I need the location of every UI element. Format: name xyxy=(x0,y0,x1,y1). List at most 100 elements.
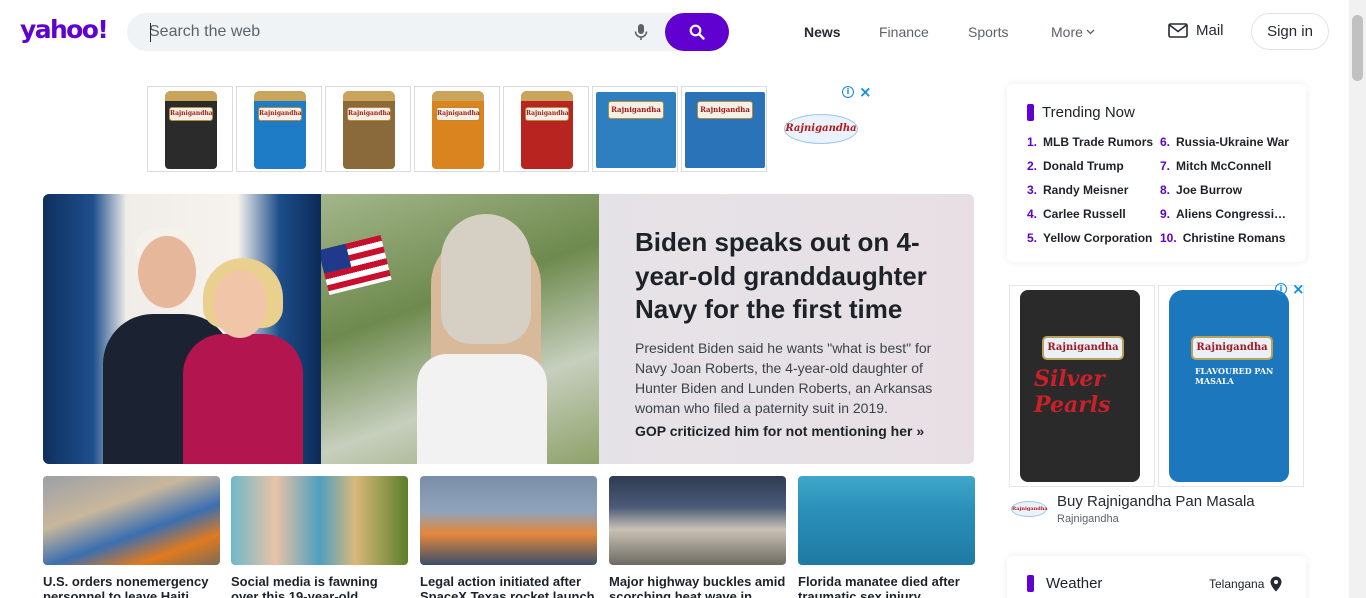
product-brand: Rajnigandha xyxy=(1042,336,1124,360)
chevron-down-icon xyxy=(1086,29,1095,35)
trending-label: Mitch McConnell xyxy=(1176,159,1272,173)
story-card[interactable]: U.S. orders nonemergency personnel to le… xyxy=(43,476,220,598)
story-headline[interactable]: Major highway buckles amid scorching hea… xyxy=(609,574,786,598)
product-label: Rajnigandha xyxy=(697,101,753,119)
section-accent-bar xyxy=(1027,575,1034,592)
ad-product-tile[interactable]: Rajnigandha xyxy=(503,86,589,172)
trending-label: MLB Trade Rumors xyxy=(1043,135,1154,149)
hero-image-biden xyxy=(43,194,321,464)
product-lid xyxy=(165,91,217,101)
story-card[interactable]: Florida manatee died after traumatic sex… xyxy=(798,476,975,598)
ad-product-tile[interactable]: Rajnigandha xyxy=(325,86,411,172)
product-jar xyxy=(165,91,217,169)
trending-rank: 8. xyxy=(1160,183,1171,197)
ad-product-silver-pearls[interactable]: Rajnigandha Silver Pearls xyxy=(1009,285,1155,487)
ad-product-tile[interactable]: Rajnigandha xyxy=(592,86,678,172)
story-card[interactable]: Social media is fawning over this 19-yea… xyxy=(231,476,408,598)
trending-rank: 1. xyxy=(1027,135,1038,149)
nav-more[interactable]: More xyxy=(1051,24,1095,40)
product-lid xyxy=(254,91,306,101)
product-label: Rajnigandha xyxy=(436,107,480,121)
trending-item[interactable]: 5. Yellow Corporation xyxy=(1027,231,1157,245)
trending-header: Trending Now xyxy=(1027,104,1135,121)
story-thumbnail[interactable] xyxy=(609,476,786,565)
ad-brand-logo[interactable]: Rajnigandha xyxy=(784,114,858,144)
story-thumbnail[interactable] xyxy=(798,476,975,565)
hero-related-link[interactable]: GOP criticized him for not mentioning he… xyxy=(635,423,945,439)
hero-text: Biden speaks out on 4-year-old granddaug… xyxy=(635,226,945,439)
product-jar xyxy=(521,91,573,169)
story-card[interactable]: Legal action initiated after SpaceX Texa… xyxy=(420,476,597,598)
trending-rank: 2. xyxy=(1027,159,1038,173)
ad-product-tile[interactable]: Rajnigandha xyxy=(236,86,322,172)
story-thumbnail[interactable] xyxy=(43,476,220,565)
weather-location[interactable]: Telangana xyxy=(1209,576,1282,592)
trending-item[interactable]: 2. Donald Trump xyxy=(1027,159,1157,173)
top-ad-banner[interactable]: Rajnigandha Rajnigandha Rajnigandha Rajniga… xyxy=(147,86,767,172)
product-jar xyxy=(343,91,395,169)
side-ad-logo[interactable]: Rajnigandha xyxy=(1011,501,1048,517)
search-input[interactable] xyxy=(149,13,619,51)
weather-title: Weather xyxy=(1046,575,1103,592)
story-headline[interactable]: Social media is fawning over this 19-yea… xyxy=(231,574,408,598)
story-headline[interactable]: Florida manatee died after traumatic sex… xyxy=(798,574,975,598)
trending-item[interactable]: 6. Russia-Ukraine War xyxy=(1160,135,1290,149)
trending-rank: 6. xyxy=(1160,135,1171,149)
nav-finance[interactable]: Finance xyxy=(879,24,929,40)
nav-more-label: More xyxy=(1051,24,1083,40)
trending-item[interactable]: 1. MLB Trade Rumors xyxy=(1027,135,1157,149)
ad-choices: i × xyxy=(842,85,872,100)
adchoices-icon[interactable]: i xyxy=(1275,283,1287,295)
microphone-icon[interactable] xyxy=(633,23,649,41)
trending-label: Carlee Russell xyxy=(1043,207,1126,221)
story-thumbnail[interactable] xyxy=(420,476,597,565)
product-lid xyxy=(432,91,484,101)
product-jar xyxy=(254,91,306,169)
product-name: Silver Pearls xyxy=(1034,366,1111,418)
ad-product-tile[interactable]: Rajnigandha xyxy=(147,86,233,172)
ad-product-pan-masala[interactable]: Rajnigandha FLAVOURED PAN MASALA xyxy=(1158,285,1304,487)
nav-sports[interactable]: Sports xyxy=(968,24,1008,40)
close-ad-icon[interactable]: × xyxy=(1292,282,1305,297)
weather-header: Weather xyxy=(1027,575,1102,592)
product-lid xyxy=(343,91,395,101)
sign-in-button[interactable]: Sign in xyxy=(1251,13,1329,50)
trending-now-panel: Trending Now 1. MLB Trade Rumors 2. Donald … xyxy=(1007,84,1306,262)
trending-item[interactable]: 8. Joe Burrow xyxy=(1160,183,1290,197)
location-pin-icon xyxy=(1270,576,1282,592)
trending-item[interactable]: 9. Aliens Congressional Hearing xyxy=(1160,207,1290,221)
ad-product-tile[interactable]: Rajnigandha xyxy=(414,86,500,172)
search-bar xyxy=(127,13,729,51)
story-headline[interactable]: Legal action initiated after SpaceX Texa… xyxy=(420,574,597,598)
trending-label: Yellow Corporation xyxy=(1043,231,1153,245)
nav-news[interactable]: News xyxy=(804,24,841,40)
trending-item[interactable]: 4. Carlee Russell xyxy=(1027,207,1157,221)
mail-link[interactable]: Mail xyxy=(1168,22,1224,39)
search-button[interactable] xyxy=(665,13,729,51)
location-label: Telangana xyxy=(1209,577,1265,591)
trending-rank: 7. xyxy=(1160,159,1171,173)
page-scrollbar[interactable] xyxy=(1349,0,1366,598)
trending-rank: 5. xyxy=(1027,231,1038,245)
trending-label: Randy Meisner xyxy=(1043,183,1129,197)
trending-label: Christine Romans xyxy=(1182,231,1286,245)
hero-story[interactable]: Biden speaks out on 4-year-old granddaug… xyxy=(43,194,974,464)
trending-item[interactable]: 7. Mitch McConnell xyxy=(1160,159,1290,173)
scrollbar-thumb[interactable] xyxy=(1352,15,1363,81)
trending-item[interactable]: 10. Christine Romans xyxy=(1160,231,1290,245)
mail-label: Mail xyxy=(1196,22,1224,39)
ad-product-tile[interactable]: Rajnigandha xyxy=(681,86,767,172)
hero-title[interactable]: Biden speaks out on 4-year-old granddaug… xyxy=(635,226,945,327)
side-ad[interactable]: Rajnigandha Silver Pearls Rajnigandha FL… xyxy=(1007,282,1306,533)
trending-rank: 3. xyxy=(1027,183,1038,197)
side-ad-title[interactable]: Buy Rajnigandha Pan Masala xyxy=(1057,493,1255,510)
trending-item[interactable]: 3. Randy Meisner xyxy=(1027,183,1157,197)
close-ad-icon[interactable]: × xyxy=(859,85,872,100)
adchoices-icon[interactable]: i xyxy=(842,86,854,98)
story-headline[interactable]: U.S. orders nonemergency personnel to le… xyxy=(43,574,220,598)
story-thumbnail[interactable] xyxy=(231,476,408,565)
trending-label: Donald Trump xyxy=(1043,159,1124,173)
trending-rank: 4. xyxy=(1027,207,1038,221)
yahoo-logo[interactable]: yahoo! xyxy=(20,15,109,44)
story-card[interactable]: Major highway buckles amid scorching hea… xyxy=(609,476,786,598)
